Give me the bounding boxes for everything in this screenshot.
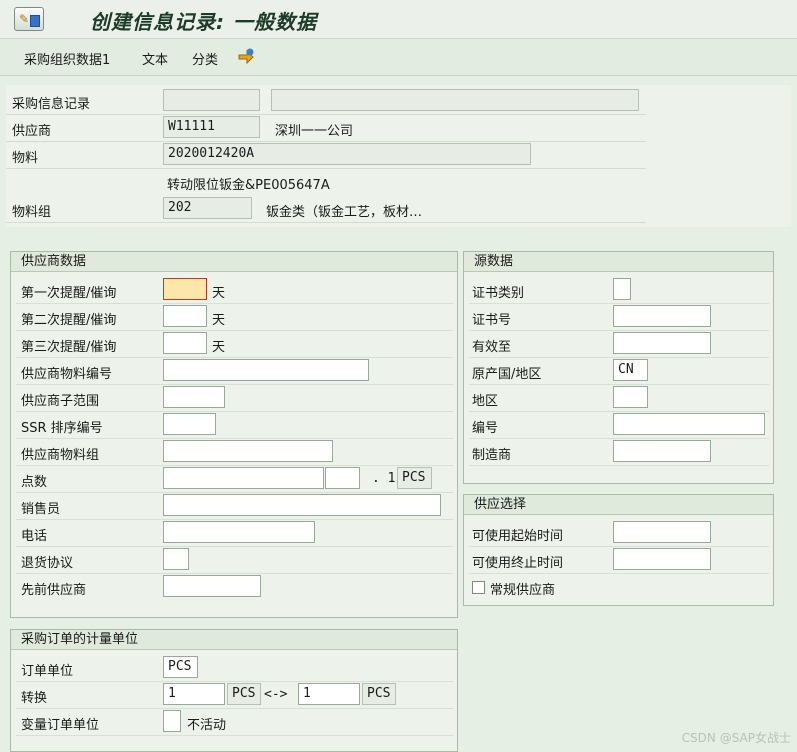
material-group-field[interactable]: 202 bbox=[163, 197, 252, 219]
phone-field[interactable] bbox=[163, 521, 315, 543]
reminder1-field[interactable] bbox=[163, 278, 207, 300]
text-button[interactable]: 文本 bbox=[142, 49, 168, 68]
points-per-text: . 1 bbox=[372, 471, 396, 486]
vendor-subrange-label: 供应商子范围 bbox=[21, 394, 100, 409]
info-record-label: 采购信息记录 bbox=[12, 97, 91, 112]
var-order-unit-status: 不活动 bbox=[187, 718, 227, 733]
classification-button[interactable]: 分类 bbox=[192, 49, 218, 68]
title-bar: ✎ 创建信息记录: 一般数据 bbox=[0, 0, 797, 39]
avail-from-label: 可使用起始时间 bbox=[472, 529, 564, 544]
points-unit-field[interactable] bbox=[325, 467, 360, 489]
number-field[interactable] bbox=[613, 413, 765, 435]
vendor-material-no-label: 供应商物料编号 bbox=[21, 367, 113, 382]
valid-to-label: 有效至 bbox=[472, 340, 512, 355]
navigation-arrows-icon[interactable] bbox=[236, 47, 256, 67]
cert-no-field[interactable] bbox=[613, 305, 711, 327]
day-unit-1: 天 bbox=[212, 286, 226, 301]
cert-type-label: 证书类别 bbox=[472, 286, 525, 301]
vendor-subrange-field[interactable] bbox=[163, 386, 225, 408]
reminder3-label: 第三次提醒/催询 bbox=[21, 340, 117, 355]
info-record-desc-field[interactable] bbox=[271, 89, 639, 111]
avail-to-field[interactable] bbox=[613, 548, 711, 570]
reminder1-label: 第一次提醒/催询 bbox=[21, 286, 117, 301]
region-field[interactable] bbox=[613, 386, 648, 408]
display-change-icon[interactable]: ✎ bbox=[14, 7, 44, 31]
material-desc-text: 转动限位钣金&PE005647A bbox=[167, 178, 330, 193]
material-field[interactable]: 2020012420A bbox=[163, 143, 531, 165]
points-uom-field[interactable]: PCS bbox=[397, 467, 432, 489]
ssr-sort-label: SSR 排序编号 bbox=[21, 421, 103, 436]
country-field[interactable]: CN bbox=[613, 359, 648, 381]
vendor-label: 供应商 bbox=[12, 124, 52, 139]
material-group-label: 物料组 bbox=[12, 205, 52, 220]
po-unit-title: 采购订单的计量单位 bbox=[11, 630, 457, 650]
watermark-text: CSDN @SAP女战士 bbox=[681, 731, 791, 745]
vendor-matgroup-field[interactable] bbox=[163, 440, 333, 462]
vendor-field[interactable]: W11111 bbox=[163, 116, 260, 138]
application-toolbar: 采购组织数据1 文本 分类 bbox=[0, 39, 797, 76]
source-data-title: 源数据 bbox=[464, 252, 773, 272]
material-label: 物料 bbox=[12, 151, 39, 166]
day-unit-3: 天 bbox=[212, 340, 226, 355]
regular-vendor-checkbox[interactable] bbox=[472, 581, 485, 594]
conv-right-unit-field[interactable]: PCS bbox=[362, 683, 396, 705]
conv-left-field[interactable]: 1 bbox=[163, 683, 225, 705]
order-unit-label: 订单单位 bbox=[21, 664, 74, 679]
reminder3-field[interactable] bbox=[163, 332, 207, 354]
avail-to-label: 可使用终止时间 bbox=[472, 556, 564, 571]
conv-arrow-text: <-> bbox=[264, 687, 288, 702]
prior-vendor-field[interactable] bbox=[163, 575, 261, 597]
purch-org-data-button[interactable]: 采购组织数据1 bbox=[24, 49, 110, 68]
material-group-desc-text: 钣金类（钣金工艺，板材… bbox=[266, 205, 423, 220]
cert-no-label: 证书号 bbox=[472, 313, 512, 328]
manufacturer-field[interactable] bbox=[613, 440, 711, 462]
vendor-matgroup-label: 供应商物料组 bbox=[21, 448, 100, 463]
day-unit-2: 天 bbox=[212, 313, 226, 328]
vendor-material-no-field[interactable] bbox=[163, 359, 369, 381]
vendor-name-text: 深圳一一公司 bbox=[275, 124, 354, 139]
cert-type-field[interactable] bbox=[613, 278, 631, 300]
page-title: 创建信息记录: 一般数据 bbox=[90, 10, 317, 34]
region-label: 地区 bbox=[472, 394, 499, 409]
supply-option-title: 供应选择 bbox=[464, 495, 773, 515]
avail-from-field[interactable] bbox=[613, 521, 711, 543]
var-order-unit-label: 变量订单单位 bbox=[21, 718, 100, 733]
prior-vendor-label: 先前供应商 bbox=[21, 583, 87, 598]
manufacturer-label: 制造商 bbox=[472, 448, 512, 463]
regular-vendor-label: 常规供应商 bbox=[490, 583, 556, 598]
points-field[interactable] bbox=[163, 467, 324, 489]
conv-right-field[interactable]: 1 bbox=[298, 683, 360, 705]
return-agreement-field[interactable] bbox=[163, 548, 189, 570]
return-agreement-label: 退货协议 bbox=[21, 556, 74, 571]
reminder2-label: 第二次提醒/催询 bbox=[21, 313, 117, 328]
vendor-data-title: 供应商数据 bbox=[11, 252, 457, 272]
info-record-field[interactable] bbox=[163, 89, 260, 111]
country-label: 原产国/地区 bbox=[472, 367, 542, 382]
valid-to-field[interactable] bbox=[613, 332, 711, 354]
phone-label: 电话 bbox=[21, 529, 48, 544]
order-unit-field[interactable]: PCS bbox=[163, 656, 198, 678]
ssr-sort-field[interactable] bbox=[163, 413, 216, 435]
reminder2-field[interactable] bbox=[163, 305, 207, 327]
points-label: 点数 bbox=[21, 475, 48, 490]
var-order-unit-field[interactable] bbox=[163, 710, 181, 732]
salesperson-label: 销售员 bbox=[21, 502, 61, 517]
conv-left-unit-field[interactable]: PCS bbox=[227, 683, 261, 705]
conversion-label: 转换 bbox=[21, 691, 48, 706]
number-label: 编号 bbox=[472, 421, 499, 436]
salesperson-field[interactable] bbox=[163, 494, 441, 516]
